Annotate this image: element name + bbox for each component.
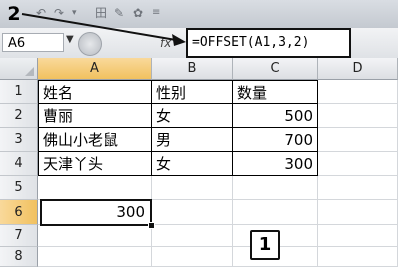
cell-b3[interactable]: 男 (152, 128, 233, 152)
row-header-2[interactable]: 2 (0, 104, 38, 128)
step-2-arrow-head (172, 34, 186, 46)
cell-b8[interactable] (152, 247, 233, 267)
cell-b5[interactable] (152, 176, 233, 200)
row-header-3[interactable]: 3 (0, 128, 38, 152)
cell-d7[interactable] (318, 225, 398, 247)
cell-d5[interactable] (318, 176, 398, 200)
cell-b2[interactable]: 女 (152, 104, 233, 128)
cell-b4[interactable]: 女 (152, 152, 233, 176)
cell-b1[interactable]: 性别 (152, 80, 233, 104)
active-cell-outline (40, 199, 152, 226)
step-1-badge: 1 (250, 230, 280, 260)
cell-c5[interactable] (233, 176, 318, 200)
cell-d2[interactable] (318, 104, 398, 128)
column-header-c[interactable]: C (233, 58, 318, 80)
column-header-b[interactable]: B (152, 58, 233, 80)
row-header-8[interactable]: 8 (0, 247, 38, 267)
cell-a7[interactable] (38, 225, 152, 247)
row-header-5[interactable]: 5 (0, 176, 38, 200)
worksheet-grid: A B C D 1 2 3 4 5 6 7 8 姓名 性别 数量 曹丽 女 50… (0, 58, 398, 267)
cell-c6[interactable] (233, 200, 318, 225)
cell-a1[interactable]: 姓名 (38, 80, 152, 104)
cell-c3[interactable]: 700 (233, 128, 318, 152)
cell-a3[interactable]: 佛山小老鼠 (38, 128, 152, 152)
cell-d4[interactable] (318, 152, 398, 176)
cell-a8[interactable] (38, 247, 152, 267)
cell-c4[interactable]: 300 (233, 152, 318, 176)
excel-window: ↶ ↷ ▾ 田 ✎ ✿ ≡ 2 A6 ▼ fx =OFFSET(A1,3,2) … (0, 0, 398, 267)
row-header-1[interactable]: 1 (0, 80, 38, 104)
cell-b7[interactable] (152, 225, 233, 247)
cell-d1[interactable] (318, 80, 398, 104)
cell-a2[interactable]: 曹丽 (38, 104, 152, 128)
cell-d6[interactable] (318, 200, 398, 225)
row-header-4[interactable]: 4 (0, 152, 38, 176)
fill-handle[interactable] (148, 222, 155, 229)
column-header-a[interactable]: A (38, 58, 152, 80)
step-2-arrow-line (21, 13, 177, 41)
cell-b6[interactable] (152, 200, 233, 225)
row-header-6[interactable]: 6 (0, 200, 38, 225)
cell-a5[interactable] (38, 176, 152, 200)
column-header-d[interactable]: D (318, 58, 398, 80)
cell-c2[interactable]: 500 (233, 104, 318, 128)
row-header-7[interactable]: 7 (0, 225, 38, 247)
cell-d8[interactable] (318, 247, 398, 267)
cell-c1[interactable]: 数量 (233, 80, 318, 104)
cell-a4[interactable]: 天津丫头 (38, 152, 152, 176)
select-all-corner[interactable] (0, 58, 38, 80)
cell-d3[interactable] (318, 128, 398, 152)
